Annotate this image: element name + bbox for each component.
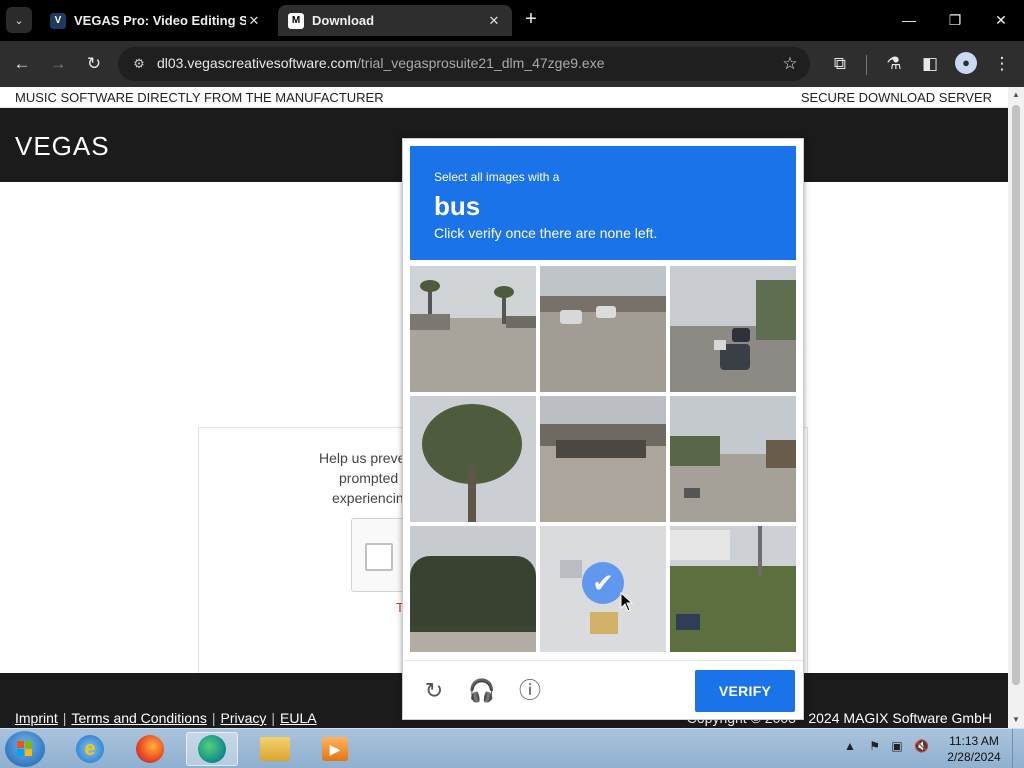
challenge-tile-5[interactable] (540, 396, 666, 522)
system-tray: ▲ ⚑ ▣ 🔇 (844, 739, 929, 753)
tab-download[interactable]: M Download ✕ (278, 5, 512, 36)
back-arrow-icon[interactable]: ← (9, 51, 35, 77)
clock-time: 11:13 AM (949, 734, 999, 748)
reload-page-icon[interactable]: ↻ (81, 51, 107, 77)
mouse-cursor-icon (620, 592, 634, 612)
media-player-icon[interactable]: ▶ (309, 732, 361, 766)
minimize-button[interactable]: — (896, 8, 922, 32)
start-button[interactable] (5, 731, 45, 767)
privacy-link[interactable]: Privacy (220, 710, 266, 726)
extensions-icon[interactable]: ⧉ (827, 51, 853, 77)
browser-toolbar: ← → ↻ ⚙ dl03.vegascreativesoftware.com/t… (0, 41, 1024, 87)
imprint-link[interactable]: Imprint (15, 710, 58, 726)
recaptcha-checkbox[interactable] (365, 543, 393, 571)
tab-search-button[interactable]: ⌄ (6, 7, 32, 33)
challenge-tile-3[interactable] (670, 266, 796, 392)
forward-arrow-icon[interactable]: → (45, 51, 71, 77)
site-info-icon[interactable]: ⚙ (130, 55, 148, 73)
verify-text-line3: experiencin (332, 490, 404, 506)
challenge-tile-9[interactable] (670, 526, 796, 652)
topbar-left-text: MUSIC SOFTWARE DIRECTLY FROM THE MANUFAC… (15, 90, 384, 105)
side-panel-icon[interactable]: ◧ (917, 51, 943, 77)
bookmark-star-icon[interactable]: ☆ (778, 52, 802, 76)
scrollbar-thumb[interactable] (1012, 105, 1020, 685)
address-bar[interactable]: ⚙ dl03.vegascreativesoftware.com/trial_v… (118, 47, 810, 81)
toolbar-divider (866, 55, 867, 75)
challenge-tile-4[interactable] (410, 396, 536, 522)
magix-favicon-icon: M (288, 12, 304, 29)
close-window-button[interactable]: ✕ (988, 8, 1014, 32)
recaptcha-challenge-popup: Select all images with a bus Click verif… (402, 138, 804, 720)
clock[interactable]: 11:13 AM 2/28/2024 (944, 733, 1004, 765)
scroll-down-arrow-icon[interactable]: ▼ (1008, 712, 1024, 728)
restore-button[interactable]: ❐ (942, 8, 968, 32)
challenge-target-word: bus (434, 191, 481, 221)
show-hidden-icons[interactable]: ▲ (844, 739, 856, 753)
new-tab-button[interactable]: + (520, 8, 542, 32)
edge-icon[interactable] (186, 732, 238, 766)
firefox-icon[interactable] (124, 732, 176, 766)
verify-text-line2: prompted (339, 470, 399, 486)
challenge-tile-7[interactable] (410, 526, 536, 652)
volume-muted-icon[interactable]: 🔇 (914, 739, 929, 753)
audio-icon[interactable]: 🎧 (468, 677, 496, 705)
windows-taskbar: e ▶ ▲ ⚑ ▣ 🔇 11:13 AM 2/28/2024 (0, 728, 1024, 768)
tab-strip: ⌄ V VEGAS Pro: Video Editing Software ✕ … (0, 0, 1024, 41)
windows-logo-icon (17, 741, 33, 757)
selected-check-icon: ✔ (582, 562, 624, 604)
tab-label: Download (312, 13, 375, 28)
challenge-header: Select all images with a bus Click verif… (410, 146, 796, 260)
file-explorer-icon[interactable] (249, 732, 301, 766)
tab-label: VEGAS Pro: Video Editing Software (74, 13, 246, 28)
challenge-subtext: Click verify once there are none left. (434, 225, 658, 241)
menu-kebab-icon[interactable]: ⋮ (989, 51, 1015, 77)
vegas-logo[interactable]: VEGAS (15, 131, 110, 162)
terms-link[interactable]: Terms and Conditions (71, 710, 206, 726)
reload-icon[interactable]: ↻ (420, 677, 448, 705)
challenge-instruction: Select all images with a (434, 170, 560, 184)
challenge-footer: ↻ 🎧 ⓘ VERIFY (403, 660, 803, 720)
verify-text-line1: Help us preve (319, 450, 406, 466)
scroll-up-arrow-icon[interactable]: ▲ (1008, 87, 1024, 103)
challenge-tile-2[interactable] (540, 266, 666, 392)
footer-links: Imprint | Terms and Conditions | Privacy | EUL… (15, 710, 317, 726)
page-scrollbar[interactable]: ▲ ▼ (1008, 87, 1024, 728)
challenge-tile-8[interactable]: ✔ (540, 526, 666, 652)
challenge-tile-1[interactable] (410, 266, 536, 392)
tab-close-icon[interactable]: ✕ (246, 13, 262, 29)
internet-explorer-icon[interactable]: e (64, 732, 116, 766)
info-icon[interactable]: ⓘ (516, 677, 544, 705)
vegas-favicon-icon: V (50, 12, 66, 29)
labs-flask-icon[interactable]: ⚗ (881, 51, 907, 77)
challenge-tile-6[interactable] (670, 396, 796, 522)
challenge-image-grid: ✔ (410, 266, 798, 654)
network-icon[interactable]: ▣ (891, 739, 902, 753)
profile-avatar-icon[interactable]: ● (955, 52, 977, 74)
tab-close-icon[interactable]: ✕ (486, 13, 502, 29)
tab-vegas-pro[interactable]: V VEGAS Pro: Video Editing Software ✕ (40, 5, 272, 36)
clock-date: 2/28/2024 (947, 750, 1001, 764)
eula-link[interactable]: EULA (280, 710, 317, 726)
url-text[interactable]: dl03.vegascreativesoftware.com/trial_veg… (157, 55, 605, 71)
action-center-flag-icon[interactable]: ⚑ (869, 739, 880, 753)
show-desktop-button[interactable] (1012, 729, 1024, 768)
page-topbar: MUSIC SOFTWARE DIRECTLY FROM THE MANUFAC… (0, 87, 1008, 108)
verify-button[interactable]: VERIFY (695, 670, 795, 712)
topbar-right-text: SECURE DOWNLOAD SERVER (800, 90, 992, 105)
